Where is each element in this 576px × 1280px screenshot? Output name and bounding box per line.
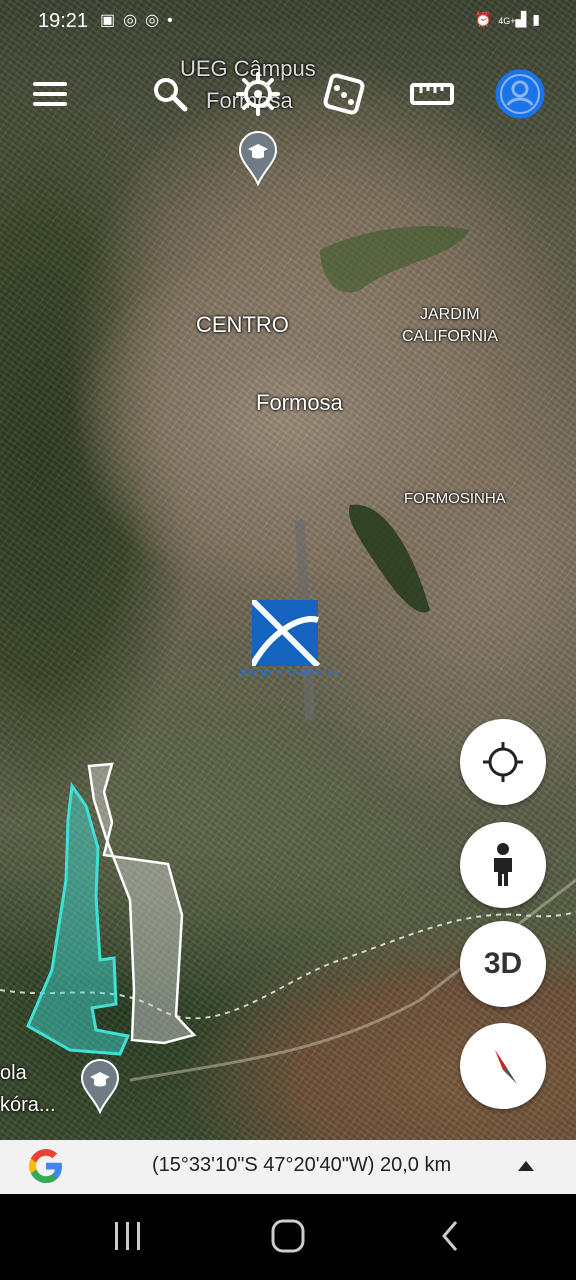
measure-button[interactable] (408, 70, 456, 118)
airport-caption: AEROPORTO BRASÍLIA (237, 668, 339, 678)
home-icon[interactable] (270, 1218, 306, 1254)
expand-up-icon[interactable] (516, 1159, 536, 1173)
place-label-formosa[interactable]: Formosa (256, 390, 343, 416)
menu-icon (33, 82, 67, 106)
street-view-button[interactable] (460, 822, 546, 908)
battery-charging-icon: ▮ (532, 11, 546, 27)
signal-icon: ▟ (515, 11, 533, 27)
airport-logo: AEROPORTO BRASÍLIA (236, 600, 340, 682)
forest-patch (349, 504, 430, 613)
instagram-icon: ◎ (123, 12, 146, 29)
3d-label: 3D (483, 947, 523, 980)
place-label-partial-1[interactable]: ola (0, 1062, 27, 1085)
recent-apps-icon[interactable] (112, 1220, 144, 1252)
dice-icon (323, 73, 365, 115)
status-bar: 19:21 ▣◎◎• ⏰4G+▟▮ (0, 0, 576, 44)
android-nav-bar (0, 1194, 576, 1280)
account-button[interactable] (494, 68, 546, 120)
crosshair-icon (483, 742, 523, 782)
notification-icons: ▣◎◎• (100, 10, 181, 30)
bottom-info-bar: (15°33'10"S 47°20'40"W) 20,0 km (0, 1140, 576, 1194)
place-label-california[interactable]: CALIFORNIA (402, 328, 498, 346)
cyan-parcel (26, 781, 131, 1056)
voyager-button[interactable] (234, 70, 282, 118)
place-label-partial-2[interactable]: kóra... (0, 1094, 56, 1117)
coordinates-readout: (15°33'10"S 47°20'40"W) 20,0 km (152, 1154, 452, 1176)
school-pin-icon[interactable] (80, 1058, 120, 1114)
back-icon[interactable] (438, 1219, 462, 1253)
account-icon (495, 69, 545, 119)
instagram-icon: ◎ (145, 12, 168, 29)
menu-button[interactable] (26, 70, 74, 118)
satellite-map[interactable]: UEG Câmpus Formosa CENTRO JARDIM CALIFOR… (0, 0, 576, 1192)
dot-icon: • (167, 12, 181, 29)
system-status-icons: ⏰4G+▟▮ (475, 11, 546, 28)
place-label-formosinha[interactable]: FORMOSINHA (404, 490, 506, 507)
3d-toggle-button[interactable]: 3D (460, 921, 546, 1007)
airport-logo-mark-icon (252, 600, 321, 666)
google-logo-icon (29, 1149, 62, 1183)
voyager-wheel-icon (236, 72, 280, 116)
school-pin-icon[interactable] (238, 130, 278, 186)
feeling-lucky-button[interactable] (320, 70, 368, 118)
my-location-button[interactable] (460, 719, 546, 805)
alarm-icon: ⏰ (474, 11, 499, 27)
status-time: 19:21 (38, 10, 89, 32)
map-overlays (0, 226, 576, 1082)
ruler-icon (410, 83, 454, 105)
compass-button[interactable] (460, 1023, 546, 1109)
compass-icon (495, 1050, 517, 1084)
search-button[interactable] (146, 70, 194, 118)
forest-patch (320, 226, 470, 293)
place-label-centro[interactable]: CENTRO (196, 312, 289, 338)
image-icon: ▣ (100, 12, 124, 29)
4g-icon: 4G+ (498, 16, 516, 26)
search-icon (154, 78, 188, 112)
place-label-jardim[interactable]: JARDIM (420, 306, 480, 324)
pegman-icon (494, 843, 512, 886)
